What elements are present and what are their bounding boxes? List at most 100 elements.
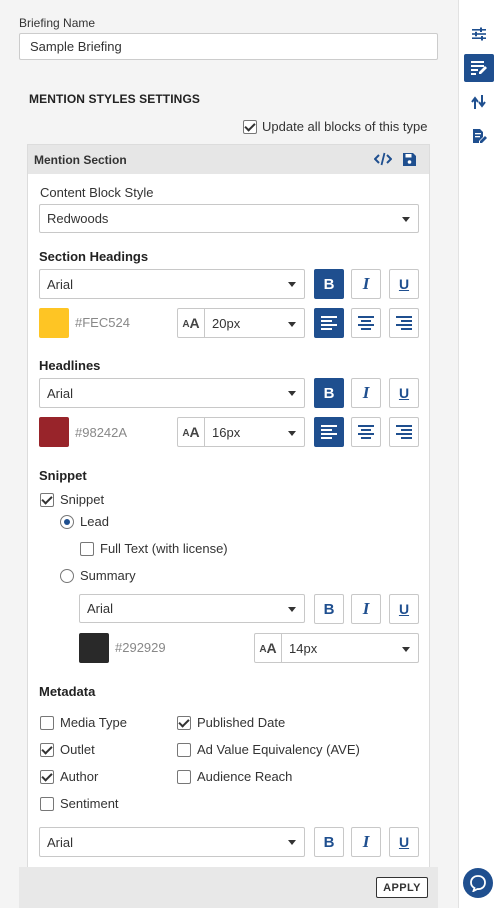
metadata-italic-button[interactable]: I [351, 827, 381, 857]
section-headings-font-value: Arial [47, 276, 74, 292]
ave-checkbox[interactable] [177, 743, 191, 757]
metadata-font-select[interactable]: Arial [39, 827, 305, 857]
section-headings-bold-button[interactable]: B [314, 269, 344, 299]
snippet-checkbox-label: Snippet [60, 492, 105, 507]
section-headings-size-select[interactable]: AA 20px [177, 308, 305, 338]
card-header: Mention Section [28, 145, 429, 174]
settings-panel: Briefing Name Sample Briefing MENTION ST… [0, 0, 458, 908]
ave-label: Ad Value Equivalency (AVE) [197, 742, 360, 757]
headlines-font-value: Arial [47, 385, 74, 401]
font-size-icon: AA [178, 418, 205, 446]
chevron-down-icon [402, 647, 410, 652]
briefing-name-input[interactable]: Sample Briefing [19, 33, 438, 60]
summary-radio-label: Summary [80, 568, 136, 583]
content-block-style-select[interactable]: Redwoods [39, 204, 419, 233]
audience-reach-checkbox[interactable] [177, 770, 191, 784]
published-date-checkbox[interactable] [177, 716, 191, 730]
briefing-name-label: Briefing Name [19, 16, 96, 30]
chevron-down-icon [402, 216, 410, 222]
sliders-icon[interactable] [464, 20, 494, 48]
headlines-size-select[interactable]: AA 16px [177, 417, 305, 447]
align-right-icon [396, 425, 412, 439]
sentiment-checkbox[interactable] [40, 797, 54, 811]
full-text-checkbox[interactable] [80, 542, 94, 556]
snippet-section-label: Snippet [39, 468, 87, 483]
media-type-label: Media Type [60, 715, 127, 730]
headlines-underline-button[interactable]: U [389, 378, 419, 408]
edit-style-icon[interactable] [464, 54, 494, 82]
content-block-style-value: Redwoods [47, 211, 109, 226]
outlet-label: Outlet [60, 742, 95, 757]
headlines-color-hex: #98242A [75, 425, 128, 440]
section-headings-align-left-button[interactable] [314, 308, 344, 338]
update-all-checkbox[interactable] [243, 120, 257, 134]
section-headings-underline-button[interactable]: U [389, 269, 419, 299]
align-left-icon [321, 425, 337, 439]
sentiment-label: Sentiment [60, 796, 119, 811]
headlines-align-right-button[interactable] [389, 417, 419, 447]
metadata-underline-button[interactable]: U [389, 827, 419, 857]
section-headings-font-select[interactable]: Arial [39, 269, 305, 299]
chevron-down-icon [288, 391, 296, 396]
chevron-down-icon [288, 606, 296, 612]
apply-button[interactable]: APPLY [376, 877, 428, 898]
section-headings-color-swatch[interactable] [39, 308, 69, 338]
font-size-icon: AA [178, 309, 205, 337]
section-headings-color-hex: #FEC524 [75, 315, 130, 330]
align-left-icon [321, 316, 337, 330]
headlines-italic-button[interactable]: I [351, 378, 381, 408]
section-headings-label: Section Headings [39, 249, 149, 264]
content-block-style-label: Content Block Style [40, 185, 154, 200]
section-headings-size-value: 20px [212, 316, 241, 331]
snippet-color-hex: #292929 [115, 640, 166, 655]
update-all-label: Update all blocks of this type [262, 119, 428, 134]
outlet-checkbox[interactable] [40, 743, 54, 757]
align-center-icon [358, 316, 374, 330]
snippet-checkbox[interactable] [40, 493, 54, 507]
snippet-underline-button[interactable]: U [389, 594, 419, 624]
code-icon[interactable] [373, 152, 393, 169]
metadata-label: Metadata [39, 684, 96, 699]
author-checkbox[interactable] [40, 770, 54, 784]
section-headings-align-center-button[interactable] [351, 308, 381, 338]
font-size-icon: AA [255, 634, 282, 662]
metadata-font-value: Arial [47, 834, 74, 850]
section-headings-align-right-button[interactable] [389, 308, 419, 338]
chevron-down-icon [288, 431, 296, 436]
chat-icon[interactable] [463, 868, 493, 898]
chevron-down-icon [288, 840, 296, 845]
headlines-font-select[interactable]: Arial [39, 378, 305, 408]
media-type-checkbox[interactable] [40, 716, 54, 730]
lead-radio[interactable] [60, 515, 74, 529]
headlines-label: Headlines [39, 358, 101, 373]
summary-radio[interactable] [60, 569, 74, 583]
lead-radio-label: Lead [80, 514, 109, 529]
headlines-align-center-button[interactable] [351, 417, 381, 447]
author-label: Author [60, 769, 99, 784]
align-right-icon [396, 316, 412, 330]
snippet-bold-button[interactable]: B [314, 594, 344, 624]
audience-reach-label: Audience Reach [197, 769, 293, 784]
document-edit-icon[interactable] [464, 122, 494, 150]
chevron-down-icon [288, 282, 296, 287]
metadata-bold-button[interactable]: B [314, 827, 344, 857]
section-headings-italic-button[interactable]: I [351, 269, 381, 299]
mention-styles-title: MENTION STYLES SETTINGS [29, 92, 200, 106]
snippet-size-select[interactable]: AA 14px [254, 633, 419, 663]
headlines-bold-button[interactable]: B [314, 378, 344, 408]
card-title: Mention Section [34, 153, 127, 167]
right-toolbar [458, 0, 498, 908]
chevron-down-icon [288, 322, 296, 327]
snippet-italic-button[interactable]: I [351, 594, 381, 624]
headlines-size-value: 16px [212, 425, 241, 440]
headlines-color-swatch[interactable] [39, 417, 69, 447]
snippet-color-swatch[interactable] [79, 633, 109, 663]
sort-arrows-icon[interactable] [464, 88, 494, 116]
snippet-size-value: 14px [289, 641, 318, 656]
snippet-font-value: Arial [87, 601, 114, 616]
save-icon[interactable] [403, 153, 416, 169]
headlines-align-left-button[interactable] [314, 417, 344, 447]
align-center-icon [358, 425, 374, 439]
snippet-font-select[interactable]: Arial [79, 594, 305, 623]
published-date-label: Published Date [197, 715, 286, 730]
